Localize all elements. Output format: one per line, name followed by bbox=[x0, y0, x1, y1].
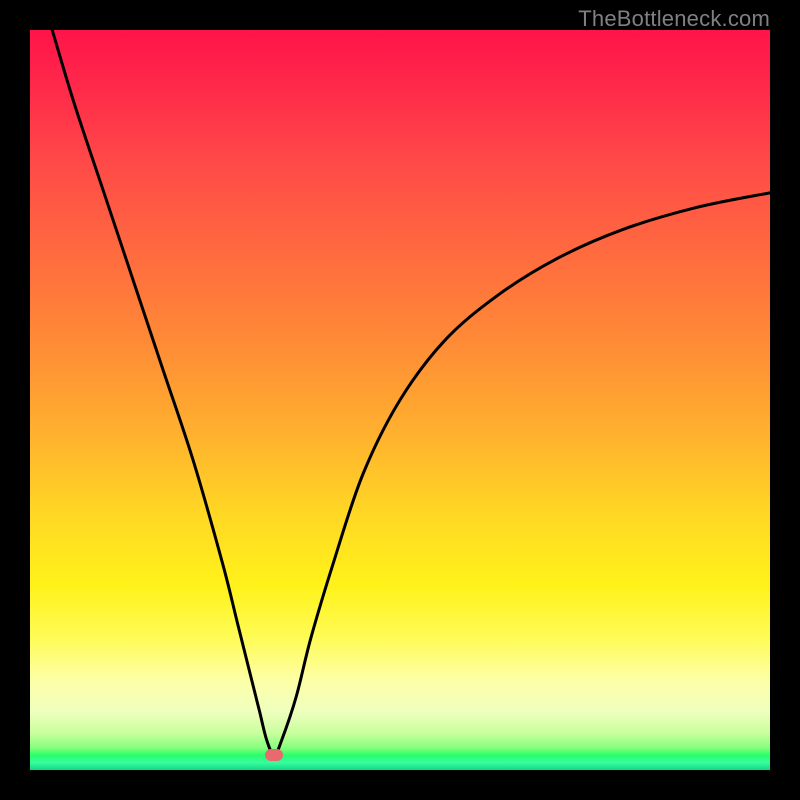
bottleneck-curve bbox=[30, 30, 770, 770]
watermark-text: TheBottleneck.com bbox=[578, 6, 770, 32]
optimal-point-marker bbox=[265, 749, 283, 761]
chart-frame: TheBottleneck.com bbox=[0, 0, 800, 800]
chart-plot-area bbox=[30, 30, 770, 770]
